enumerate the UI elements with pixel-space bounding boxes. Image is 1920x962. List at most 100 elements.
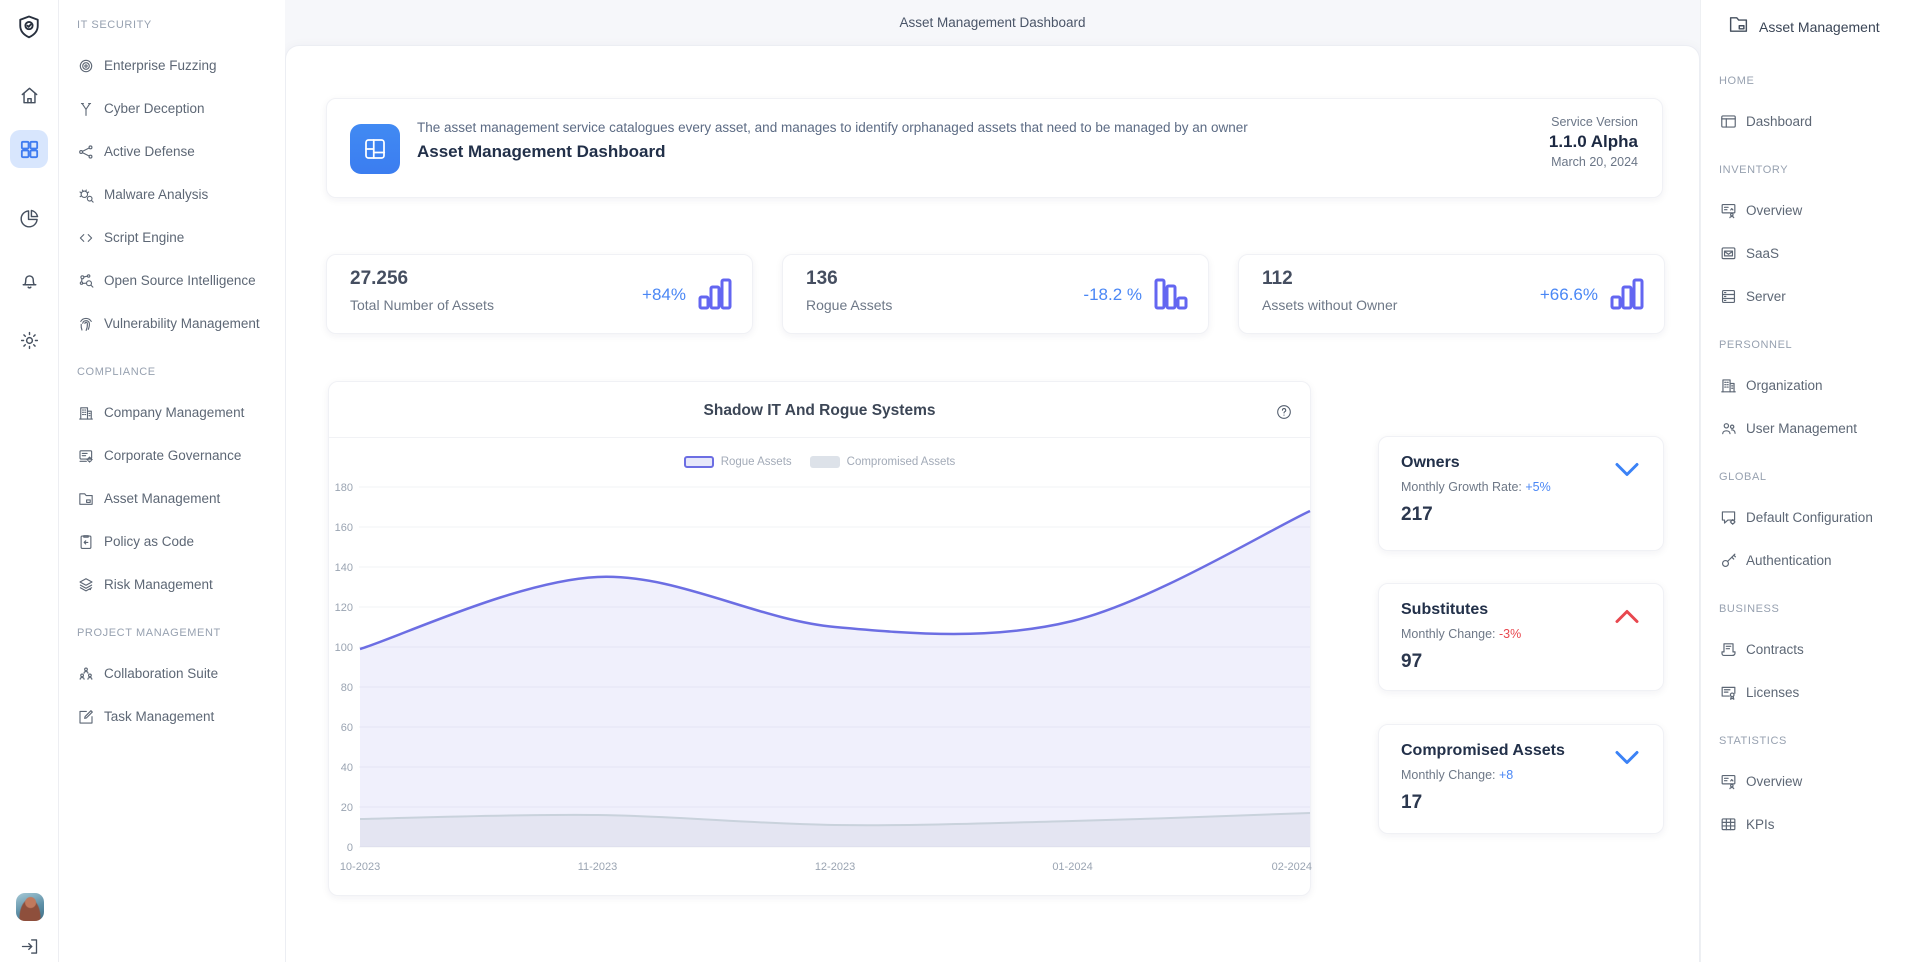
sidebar-item-company-management[interactable]: Company Management — [59, 391, 285, 434]
user-avatar[interactable] — [16, 893, 44, 921]
rightbar-item-server[interactable]: Server — [1701, 275, 1920, 318]
corner-app-label[interactable]: Asset Management — [1727, 0, 1880, 54]
logout-icon — [19, 936, 40, 957]
insight-subtitle: Monthly Growth Rate: +5% — [1401, 480, 1551, 494]
sidebar-item-open-source-intelligence[interactable]: Open Source Intelligence — [59, 259, 285, 302]
banner-text: The asset management service catalogues … — [417, 120, 1248, 162]
sidebar-item-active-defense[interactable]: Active Defense — [59, 130, 285, 173]
rightbar-section-personnel: PERSONNEL OrganizationUser Management — [1701, 326, 1920, 450]
building-icon — [1719, 376, 1738, 395]
rightbar-item-authentication[interactable]: Authentication — [1701, 539, 1920, 582]
rightbar-item-label: Organization — [1746, 378, 1823, 393]
rail-item-settings[interactable] — [10, 321, 48, 359]
people-icon — [77, 665, 95, 683]
sidebar-item-label: Corporate Governance — [104, 448, 241, 463]
app-logo shield-check-icon[interactable] — [15, 13, 43, 41]
share-icon — [77, 143, 95, 161]
section-label-statistics: STATISTICS — [1701, 722, 1920, 760]
rightbar-item-kpis[interactable]: KPIs — [1701, 803, 1920, 846]
rail-item-dashboard[interactable] — [10, 130, 48, 168]
stat-change: +66.6% — [1540, 285, 1598, 305]
edit-square-icon — [77, 708, 95, 726]
sidebar-item-collaboration-suite[interactable]: Collaboration Suite — [59, 652, 285, 695]
stat-trend: -18.2 % — [1083, 255, 1188, 335]
rail-item-analytics[interactable] — [10, 199, 48, 237]
banner-title: Asset Management Dashboard — [417, 142, 1248, 162]
sidebar-item-asset-management[interactable]: Asset Management — [59, 477, 285, 520]
area-chart: 02040608010012014016018010-202311-202312… — [329, 477, 1312, 897]
sidebar-item-task-management[interactable]: Task Management — [59, 695, 285, 738]
chart-legend: Rogue Assets Compromised Assets — [329, 456, 1310, 468]
table-icon — [1719, 815, 1738, 834]
bug-search-icon — [77, 186, 95, 204]
sidebar-item-malware-analysis[interactable]: Malware Analysis — [59, 173, 285, 216]
sidebar-item-policy-as-code[interactable]: Policy as Code — [59, 520, 285, 563]
stat-trend: +66.6% — [1540, 255, 1644, 335]
rightbar-item-label: Server — [1746, 289, 1786, 304]
insight-subtitle: Monthly Change: -3% — [1401, 627, 1521, 641]
legend-compromised-assets[interactable]: Compromised Assets — [810, 456, 956, 468]
section-label-it-security: IT SECURITY — [59, 6, 285, 44]
rightbar-item-organization[interactable]: Organization — [1701, 364, 1920, 407]
sidebar-item-vulnerability-management[interactable]: Vulnerability Management — [59, 302, 285, 345]
insight-sub-value: +5% — [1525, 480, 1550, 494]
rail-item-notifications[interactable] — [10, 260, 48, 298]
rightbar-item-label: Dashboard — [1746, 114, 1812, 129]
insight-card-substitutes[interactable]: Substitutes Monthly Change: -3% 97 — [1378, 583, 1664, 691]
sidebar-item-script-engine[interactable]: Script Engine — [59, 216, 285, 259]
chevron-up-icon — [1615, 609, 1639, 624]
bell-icon — [18, 268, 41, 291]
svg-text:120: 120 — [335, 602, 353, 614]
logout-icon[interactable] — [17, 936, 41, 960]
sidebar-item-label: Task Management — [104, 709, 214, 724]
insight-value: 217 — [1401, 504, 1433, 526]
sidebar-section-compliance: COMPLIANCE Company ManagementCorporate G… — [59, 353, 285, 606]
svg-text:100: 100 — [335, 642, 353, 654]
scroll-icon — [1719, 640, 1738, 659]
rail-item-home[interactable] — [10, 76, 48, 114]
secondary-sidebar: IT SECURITY Enterprise FuzzingCyber Dece… — [59, 0, 285, 962]
pie-icon — [18, 207, 41, 230]
service-version-label: Service Version — [1549, 115, 1638, 129]
certificate-icon — [1719, 683, 1738, 702]
svg-text:11-2023: 11-2023 — [578, 861, 618, 873]
svg-text:180: 180 — [335, 482, 353, 494]
info-banner: The asset management service catalogues … — [326, 98, 1663, 198]
network-search-icon — [77, 272, 95, 290]
rightbar-item-saas[interactable]: SaaS — [1701, 232, 1920, 275]
rightbar-item-label: Overview — [1746, 774, 1802, 789]
gear-icon — [18, 329, 41, 352]
chevron-down-icon — [1615, 462, 1639, 477]
rightbar-item-dashboard[interactable]: Dashboard — [1701, 100, 1920, 143]
service-version-value: 1.1.0 Alpha — [1549, 132, 1638, 152]
stat-card-assets-without-owner: 112 Assets without Owner +66.6% — [1238, 254, 1665, 334]
svg-text:02-2024: 02-2024 — [1272, 861, 1312, 873]
rightbar-item-default-configuration[interactable]: Default Configuration — [1701, 496, 1920, 539]
help-icon[interactable] — [1274, 403, 1294, 423]
building-icon — [77, 404, 95, 422]
insight-card-compromised-assets[interactable]: Compromised Assets Monthly Change: +8 17 — [1378, 724, 1664, 834]
legend-rogue-assets[interactable]: Rogue Assets — [684, 456, 792, 468]
insight-title: Owners — [1401, 454, 1460, 472]
svg-text:160: 160 — [335, 522, 353, 534]
rightbar-item-overview[interactable]: Overview — [1701, 189, 1920, 232]
sidebar-section-it-security: IT SECURITY Enterprise FuzzingCyber Dece… — [59, 6, 285, 345]
rightbar-item-overview[interactable]: Overview — [1701, 760, 1920, 803]
home-icon — [18, 84, 41, 107]
rightbar-item-contracts[interactable]: Contracts — [1701, 628, 1920, 671]
sidebar-item-risk-management[interactable]: Risk Management — [59, 563, 285, 606]
svg-text:10-2023: 10-2023 — [340, 861, 380, 873]
insight-card-owners[interactable]: Owners Monthly Growth Rate: +5% 217 — [1378, 436, 1664, 551]
sidebar-item-enterprise-fuzzing[interactable]: Enterprise Fuzzing — [59, 44, 285, 87]
rightbar-item-user-management[interactable]: User Management — [1701, 407, 1920, 450]
sidebar-item-cyber-deception[interactable]: Cyber Deception — [59, 87, 285, 130]
rightbar-item-licenses[interactable]: Licenses — [1701, 671, 1920, 714]
rightbar-item-label: User Management — [1746, 421, 1857, 436]
server-icon — [1719, 287, 1738, 306]
stat-label: Total Number of Assets — [350, 297, 494, 313]
sidebar-item-label: Vulnerability Management — [104, 316, 260, 331]
sidebar-item-corporate-governance[interactable]: Corporate Governance — [59, 434, 285, 477]
section-label-project-management: PROJECT MANAGEMENT — [59, 614, 285, 652]
rightbar-section-business: BUSINESS ContractsLicenses — [1701, 590, 1920, 714]
grid-icon — [18, 138, 41, 161]
